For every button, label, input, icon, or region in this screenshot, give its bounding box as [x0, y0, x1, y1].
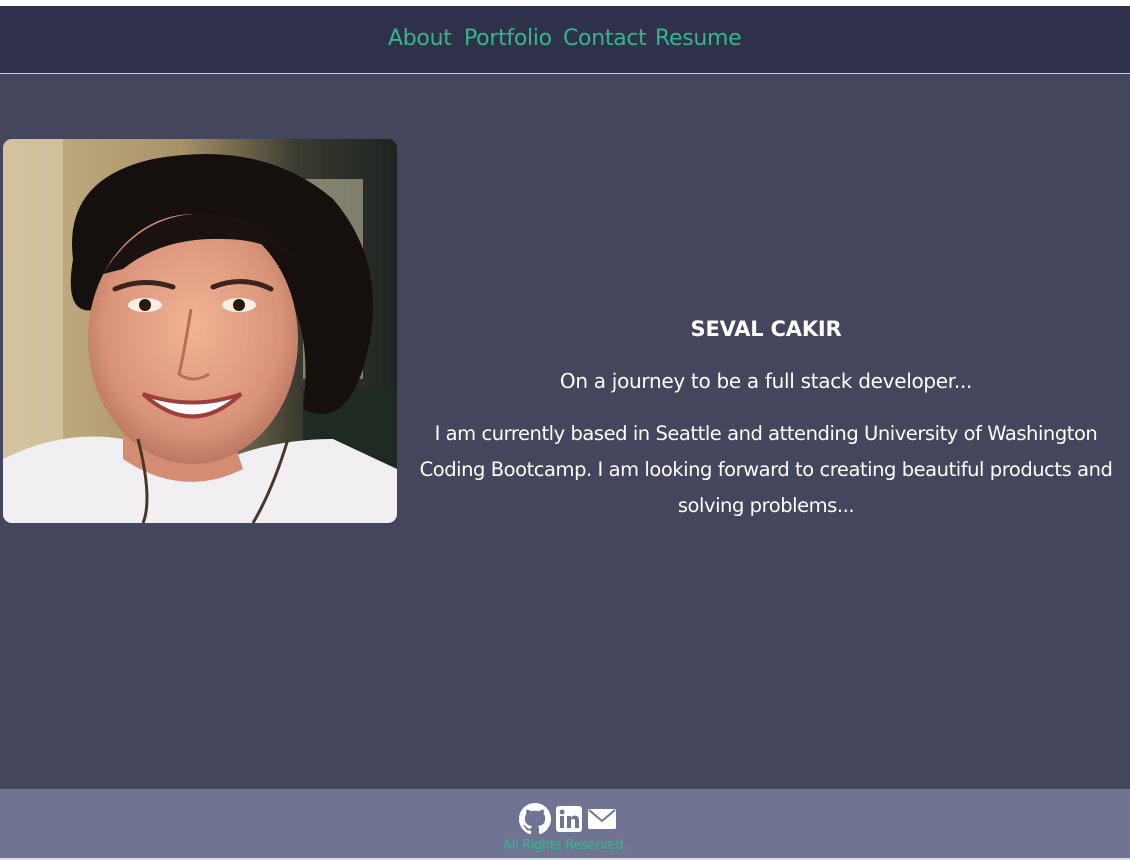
social-icons: [519, 803, 617, 835]
linkedin-icon[interactable]: [555, 805, 583, 833]
footer: All Rights Reserved.: [0, 789, 1130, 860]
copyright-text: All Rights Reserved.: [502, 838, 628, 853]
profile-photo: [3, 139, 397, 523]
email-icon[interactable]: [587, 806, 617, 832]
bio-block: SEVAL CAKIR On a journey to be a full st…: [415, 314, 1117, 524]
profile-name: SEVAL CAKIR: [690, 317, 842, 341]
nav-link-resume[interactable]: Resume: [655, 26, 742, 51]
navbar: About Portfolio Contact Resume: [0, 6, 1130, 74]
nav-link-about[interactable]: About: [388, 26, 452, 51]
nav-link-contact[interactable]: Contact: [563, 26, 647, 51]
github-icon[interactable]: [519, 803, 551, 835]
profile-about: I am currently based in Seattle and atte…: [419, 422, 1113, 517]
nav-link-portfolio[interactable]: Portfolio: [464, 26, 552, 51]
profile-tagline: On a journey to be a full stack develope…: [559, 369, 973, 393]
main-section: SEVAL CAKIR On a journey to be a full st…: [0, 74, 1130, 789]
